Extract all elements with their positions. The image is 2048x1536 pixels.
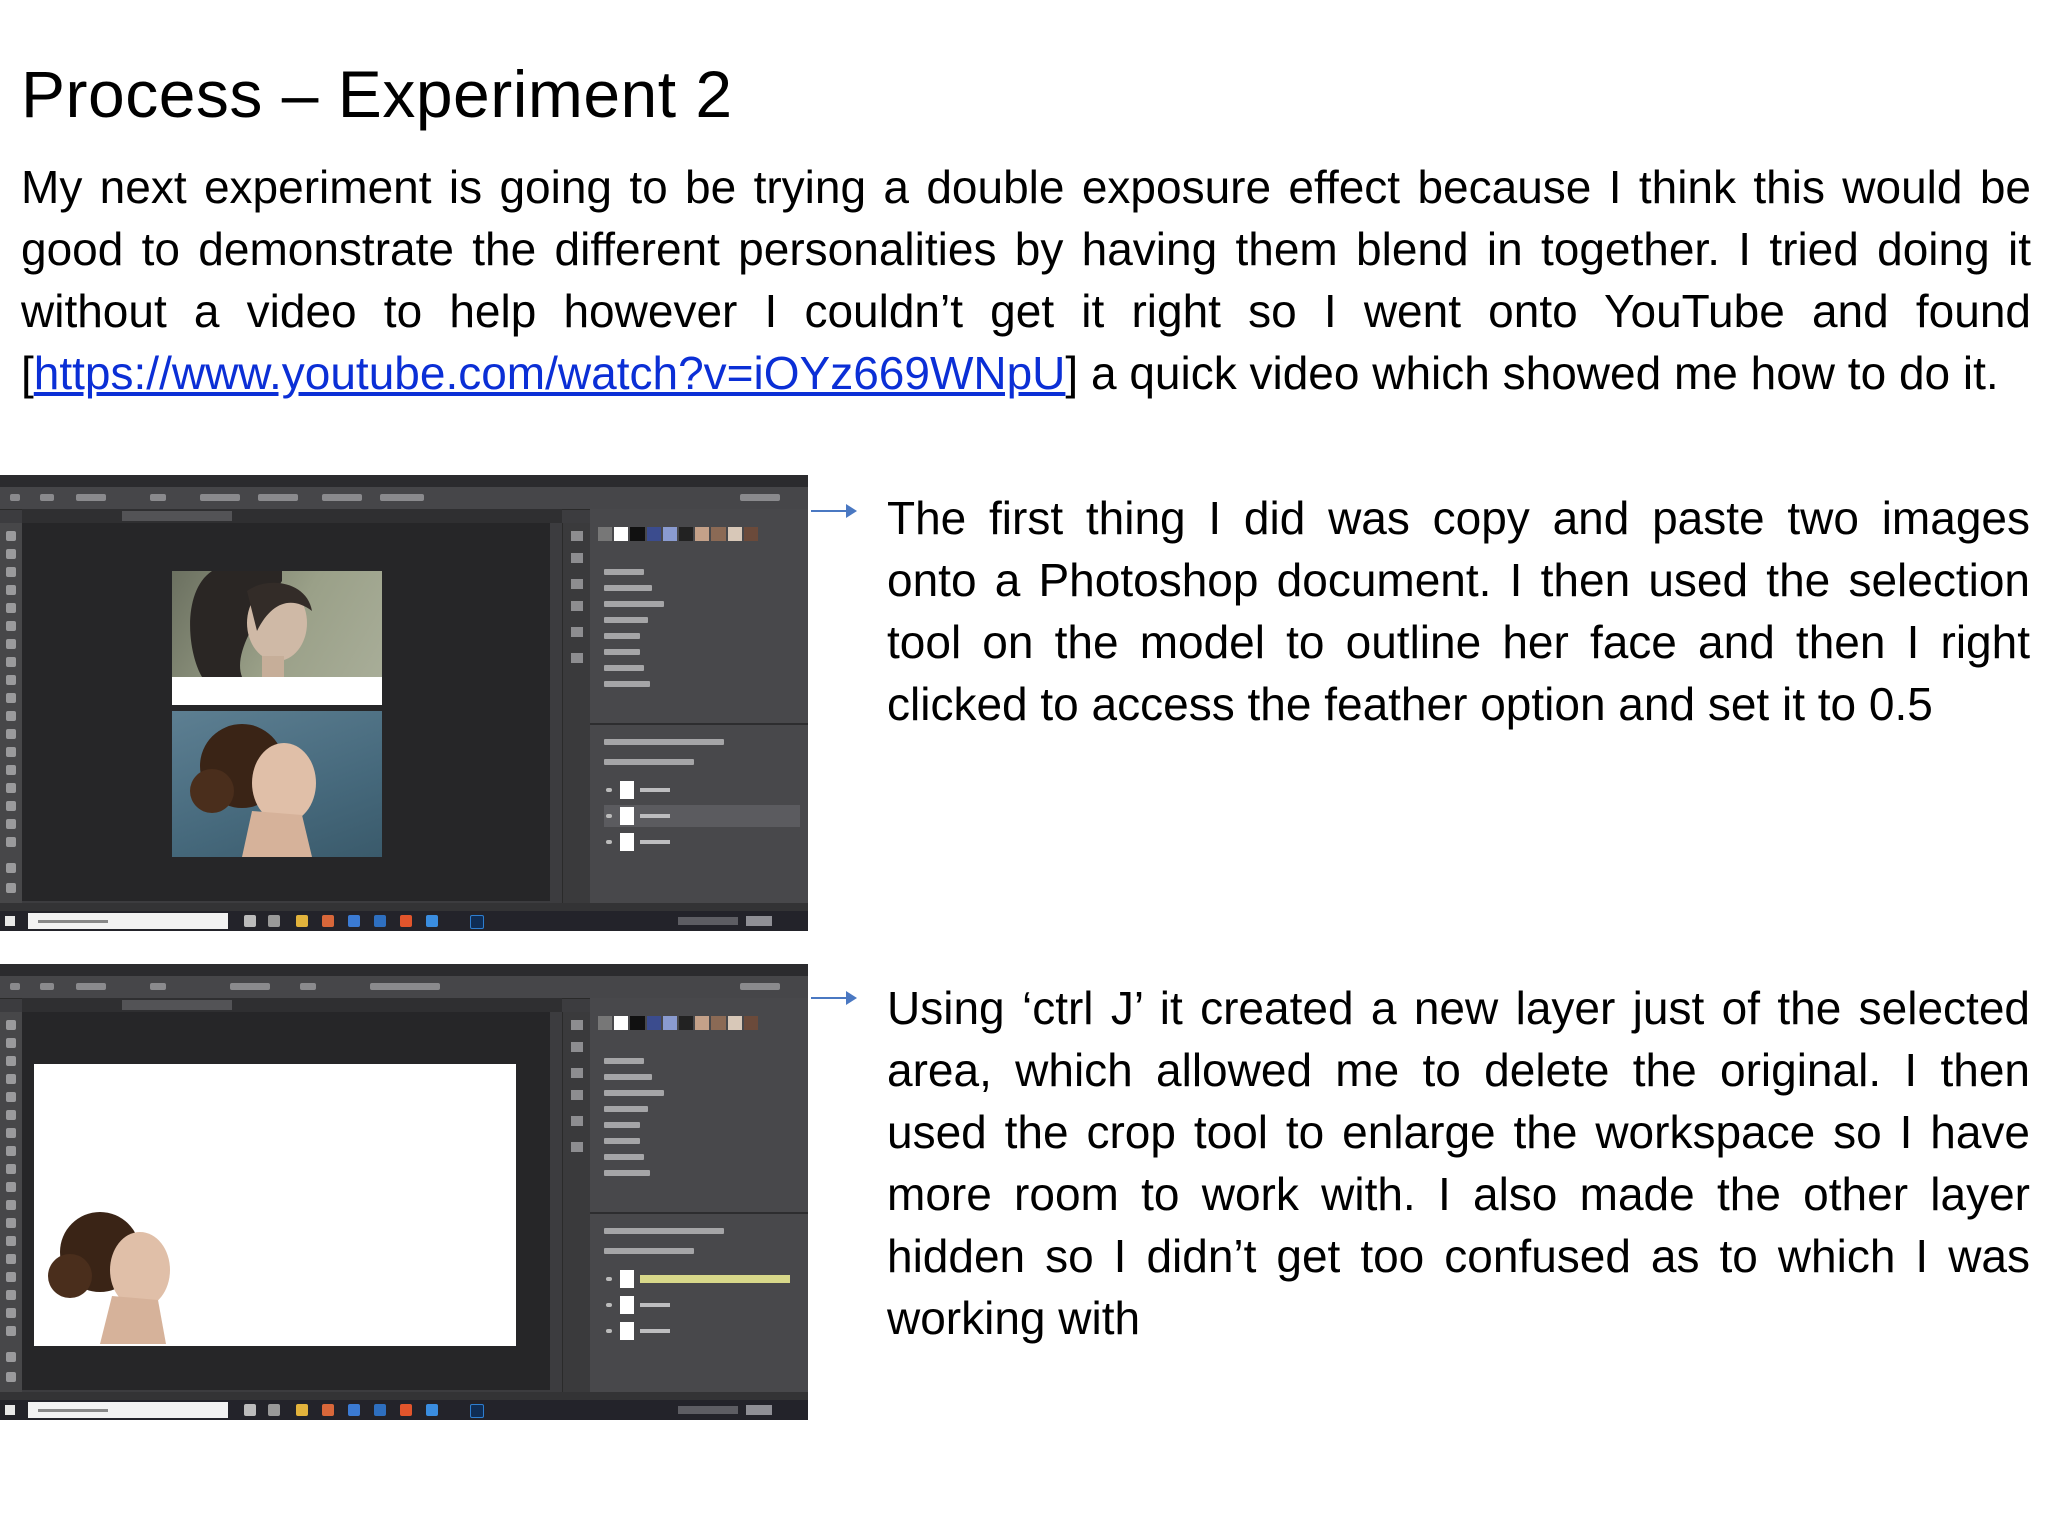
arrow-to-step-1 xyxy=(811,504,857,518)
status-bar xyxy=(0,903,808,911)
woman-portrait-photo xyxy=(172,571,382,677)
arrow-to-step-2 xyxy=(811,991,857,1005)
taskbar-search-box xyxy=(28,913,228,929)
windows-taskbar xyxy=(0,1400,808,1420)
windows-start-icon xyxy=(5,916,15,926)
slide-title: Process – Experiment 2 xyxy=(21,57,733,131)
layers-panel xyxy=(590,509,808,903)
menu-bar xyxy=(0,964,808,976)
white-strip xyxy=(172,677,382,705)
photoshop-screenshot-2 xyxy=(0,964,808,1420)
side-icon-strip xyxy=(562,1012,591,1392)
options-bar xyxy=(0,487,808,510)
step-1-description: The first thing I did was copy and paste… xyxy=(887,492,2030,730)
intro-paragraph: My next experiment is going to be trying… xyxy=(21,156,2031,404)
windows-taskbar xyxy=(0,911,808,931)
menu-bar xyxy=(0,475,808,487)
swatches-row xyxy=(598,1016,759,1030)
taskbar-search-box xyxy=(28,1402,228,1418)
status-bar xyxy=(0,1392,808,1400)
windows-start-icon xyxy=(5,1405,15,1415)
youtube-link[interactable]: https://www.youtube.com/watch?v=iOYz669W… xyxy=(34,347,1066,399)
layers-panel xyxy=(590,998,808,1392)
toolbox xyxy=(0,1012,22,1392)
side-icon-strip xyxy=(562,523,591,903)
photoshop-screenshot-1 xyxy=(0,475,808,931)
second-portrait-photo xyxy=(172,711,382,857)
swatches-row xyxy=(598,527,759,541)
document-tab xyxy=(22,509,562,523)
toolbox xyxy=(0,523,22,903)
options-bar xyxy=(0,976,808,999)
document-tab xyxy=(22,998,562,1012)
cutout-portrait xyxy=(40,1204,200,1344)
step-2-description: Using ‘ctrl J’ it created a new layer ju… xyxy=(887,982,2030,1344)
intro-text-after-link: ] a quick video which showed me how to d… xyxy=(1065,347,1999,399)
